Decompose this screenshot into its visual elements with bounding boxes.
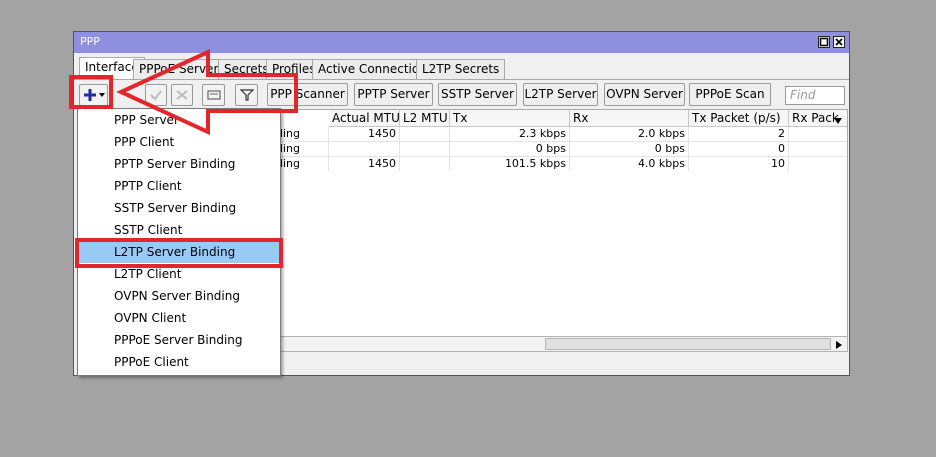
annotation-arrow-icon [116,48,298,136]
